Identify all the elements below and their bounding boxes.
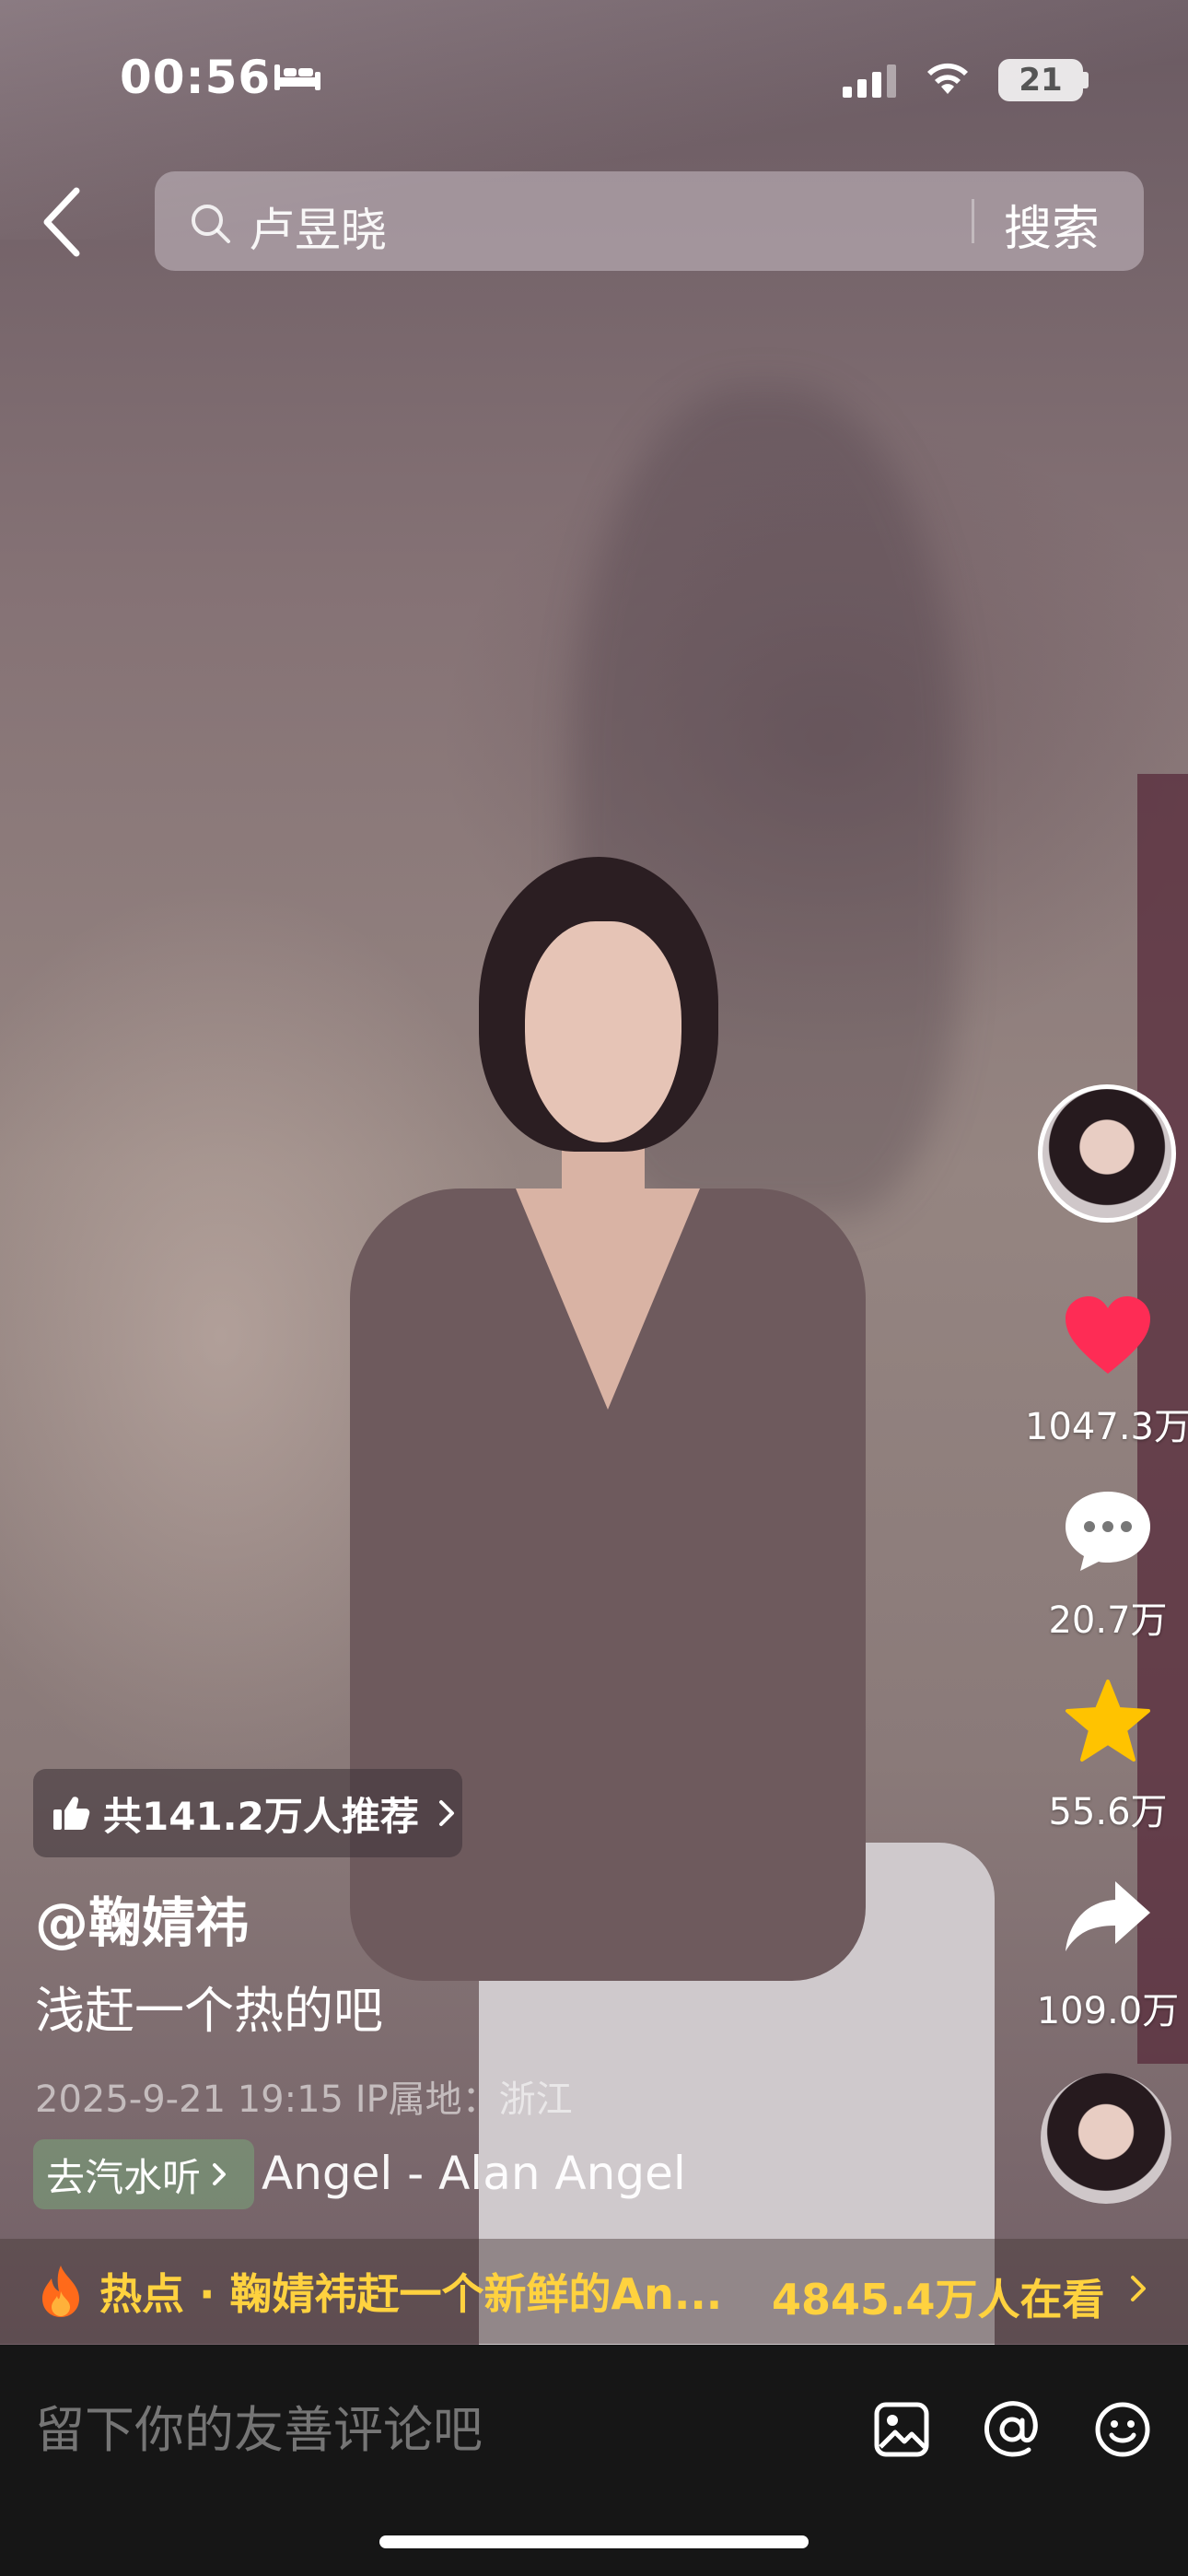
music-disc[interactable] <box>1041 2073 1171 2204</box>
at-icon <box>984 2401 1038 2457</box>
search-divider <box>972 199 974 243</box>
comment-input[interactable] <box>35 2397 827 2462</box>
hotspot-label: 热点 · 鞠婧祎赶一个新鲜的An... <box>99 2269 723 2319</box>
favorite-button[interactable] <box>1057 1675 1159 1767</box>
comment-button[interactable] <box>1057 1485 1159 1577</box>
battery-indicator: 21 <box>998 59 1083 101</box>
like-button[interactable] <box>1057 1290 1159 1382</box>
bed-icon <box>274 64 320 90</box>
search-query[interactable]: 卢昱晓 <box>249 193 387 260</box>
chevron-right-icon <box>1131 2276 1146 2301</box>
image-icon <box>874 2402 929 2457</box>
search-icon <box>192 205 230 243</box>
hotspot-watching: 4845.4万人在看 <box>772 2275 1105 2324</box>
music-title[interactable]: Angel - Alan Angel <box>262 2147 694 2200</box>
search-button[interactable]: 搜索 <box>1004 190 1100 259</box>
hotspot-banner[interactable]: 热点 · 鞠婧祎赶一个新鲜的An... 4845.4万人在看 <box>0 2239 1188 2344</box>
back-button[interactable] <box>29 181 94 263</box>
back-icon <box>43 187 80 257</box>
thumb-up-icon <box>53 1797 90 1830</box>
post-meta: 2025-9-21 19:15 IP属地：浙江 <box>35 2078 573 2121</box>
image-button[interactable] <box>869 2397 934 2462</box>
heart-icon <box>1066 1296 1150 1374</box>
recommend-text: 共141.2万人推荐 <box>103 1793 419 1839</box>
signal-icon <box>843 64 896 98</box>
chevron-right-icon <box>213 2163 227 2185</box>
home-indicator[interactable] <box>379 2535 809 2548</box>
music-app-label: 去汽水听 <box>46 2154 202 2200</box>
comment-count: 20.7万 <box>1048 1599 1168 1642</box>
fire-icon <box>42 2266 79 2317</box>
video-caption: 浅赶一个热的吧 <box>35 1982 383 2040</box>
recommend-pill[interactable]: 共141.2万人推荐 <box>33 1769 462 1857</box>
status-time: 00:56 <box>120 51 272 104</box>
comment-icon <box>1066 1492 1150 1571</box>
chevron-right-icon <box>438 1800 454 1826</box>
emoji-button[interactable] <box>1090 2397 1155 2462</box>
emoji-icon <box>1095 2402 1150 2457</box>
like-count: 1047.3万 <box>1025 1406 1188 1448</box>
author-avatar[interactable] <box>1038 1084 1176 1223</box>
author-name[interactable]: @鞠婧祎 <box>35 1879 249 1957</box>
share-icon <box>1066 1881 1150 1951</box>
share-button[interactable] <box>1057 1870 1159 1962</box>
star-icon <box>1066 1680 1150 1762</box>
wifi-icon <box>927 63 968 94</box>
music-app-tag[interactable]: 去汽水听 <box>33 2139 254 2209</box>
share-count: 109.0万 <box>1036 1990 1180 2032</box>
favorite-count: 55.6万 <box>1048 1791 1168 1833</box>
figure-face <box>525 921 681 1142</box>
battery-tip <box>1083 72 1089 88</box>
mention-button[interactable] <box>980 2397 1044 2462</box>
